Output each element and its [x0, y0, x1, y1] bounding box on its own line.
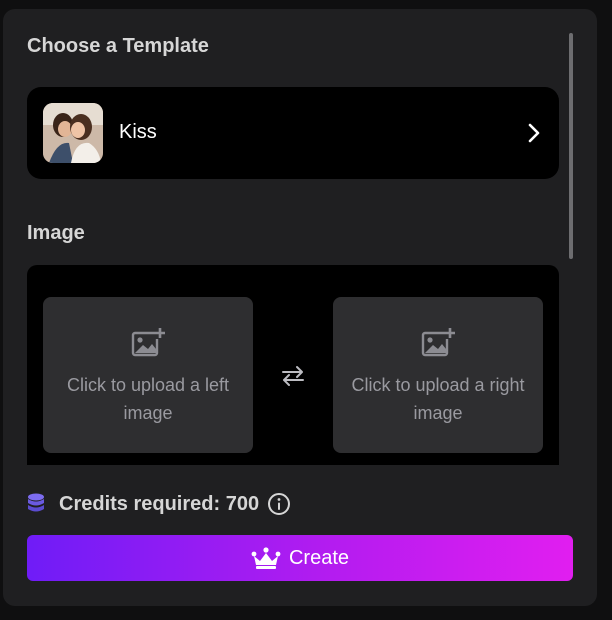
- template-section-title: Choose a Template: [27, 35, 209, 57]
- upload-left-button[interactable]: Click to upload a left image: [43, 297, 253, 453]
- upload-right-button[interactable]: Click to upload a right image: [333, 297, 543, 453]
- generator-panel: Choose a Template Kiss Image Click to up…: [3, 9, 597, 606]
- create-button[interactable]: Create: [27, 535, 573, 581]
- template-thumbnail: [43, 103, 103, 163]
- add-photo-icon: [131, 327, 165, 357]
- crown-icon: [251, 547, 281, 569]
- create-button-label: Create: [288, 546, 350, 569]
- chevron-right-icon: [528, 123, 540, 143]
- upload-right-label: Click to upload a right image: [351, 375, 525, 423]
- database-icon: [28, 493, 44, 512]
- template-selector[interactable]: Kiss: [27, 87, 559, 179]
- upload-left-label: Click to upload a left image: [66, 375, 230, 423]
- info-icon[interactable]: [267, 492, 291, 516]
- credits-required-label: Credits required: 700: [59, 492, 260, 515]
- scrollbar[interactable]: [569, 33, 573, 259]
- image-section-title: Image: [27, 222, 85, 244]
- swap-icon[interactable]: [279, 362, 307, 390]
- template-name: Kiss: [119, 121, 157, 143]
- add-photo-icon: [421, 327, 455, 357]
- credits-row: Credits required: 700: [27, 489, 291, 519]
- image-upload-area: Click to upload a left image Click to up…: [27, 265, 559, 465]
